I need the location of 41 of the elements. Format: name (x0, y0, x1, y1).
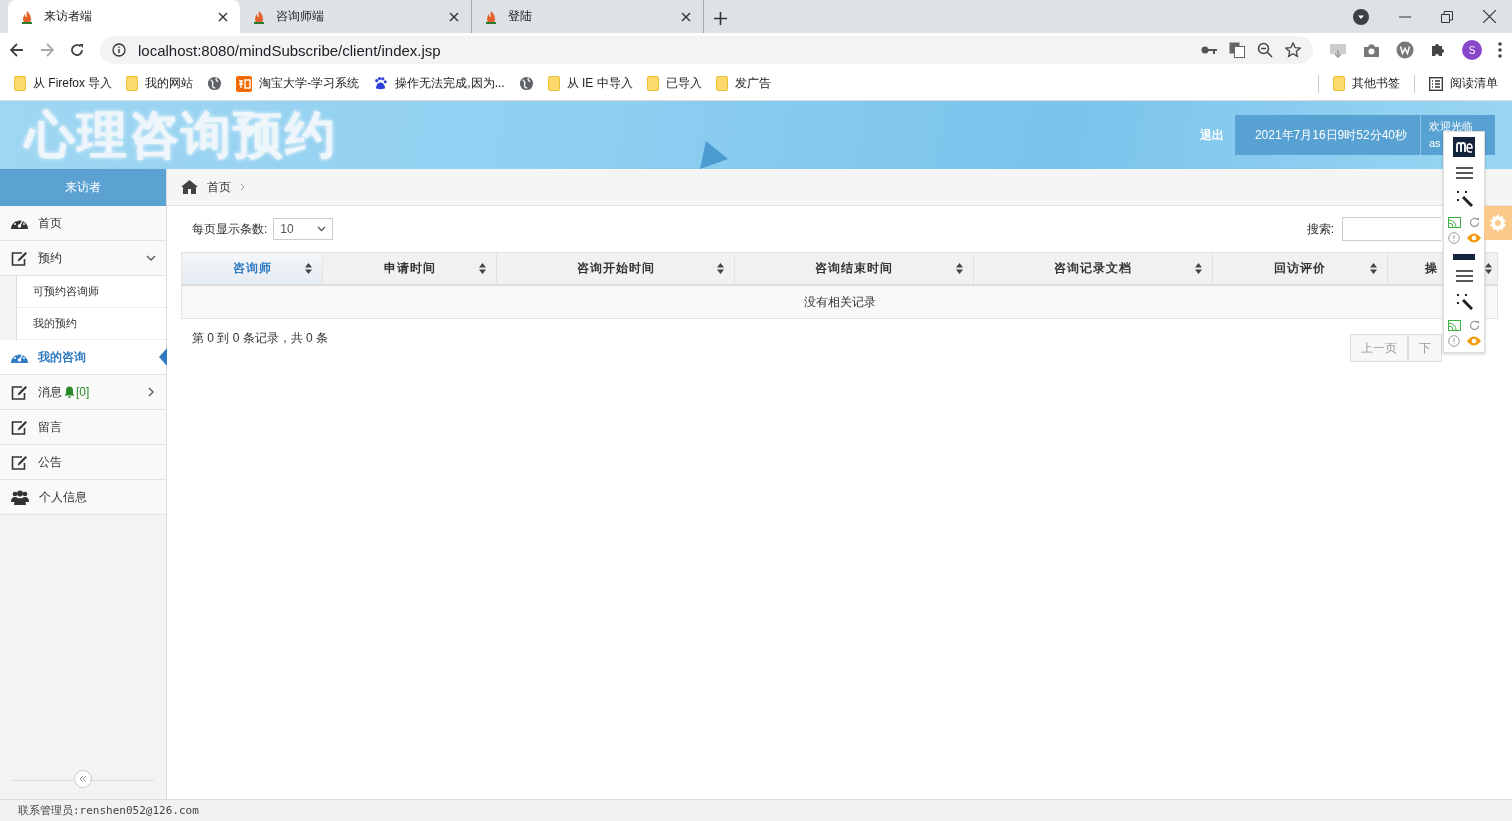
column-header[interactable]: 咨询结束时间 (734, 252, 974, 285)
bookmark-link[interactable]: 淘宝大学-学习系统 (259, 75, 360, 92)
profile-avatar[interactable]: S (1462, 40, 1482, 60)
bookmark-link[interactable]: 其他书签 (1352, 75, 1400, 92)
bookmark-link[interactable]: 已导入 (665, 75, 702, 92)
column-header[interactable]: 申请时间 (322, 252, 497, 285)
breadcrumb-link[interactable]: 首页 (207, 178, 231, 196)
column-header[interactable]: 咨询记录文档 (973, 252, 1213, 285)
sidebar-item[interactable]: 个人信息 (0, 480, 166, 515)
sidebar-item[interactable]: 预约 (0, 241, 166, 276)
browser-tab[interactable]: 来访者端 (8, 0, 240, 33)
page-size-label: 每页显示条数: (192, 220, 268, 238)
address-bar[interactable]: localhost:8080/mindSubscribe/client/index.jsp (100, 36, 1313, 64)
welcome-text: 欢迎光临 (1429, 119, 1473, 134)
user-name: as (1429, 136, 1441, 151)
bookmark-link[interactable]: 从 IE 中导入 (566, 75, 633, 92)
bookmark-link[interactable]: 操作无法完成,因为... (395, 75, 505, 92)
search-label: 搜索: (1306, 220, 1334, 238)
bookmark-link[interactable]: 发广告 (734, 75, 771, 92)
bookmark-link[interactable]: 从 Firefox 导入 (33, 75, 113, 92)
site-logo: 心理咨询预约 (25, 104, 337, 166)
bookmark-link[interactable]: 我的网站 (145, 75, 194, 92)
contact-text: 联系管理员:renshen052@126.com (18, 803, 199, 818)
url-text: localhost:8080/mindSubscribe/client/index.jsp (138, 41, 442, 59)
sidebar-title: 来访者 (0, 169, 166, 206)
message-count: [0] (76, 385, 90, 399)
sidebar-item[interactable]: 公告 (0, 445, 166, 480)
current-datetime: 2021年7月16日9时52分40秒 (1234, 115, 1421, 155)
sidebar-item[interactable]: 消息 [0] (0, 375, 166, 410)
column-header[interactable]: 咨询开始时间 (496, 252, 735, 285)
empty-message: 没有相关记录 (181, 285, 1498, 319)
column-header[interactable]: 咨询师 (181, 252, 323, 285)
submenu-item[interactable]: 可预约咨询师 (17, 276, 166, 308)
sidebar-item[interactable]: 留言 (0, 410, 166, 445)
page-size-select[interactable]: 10 (273, 218, 334, 240)
sidebar-item[interactable]: 首页 (0, 206, 166, 241)
sidebar-item[interactable]: 我的咨询 (0, 340, 166, 375)
bookmark-link[interactable]: 阅读清单 (1450, 75, 1498, 92)
column-header[interactable]: 回访评价 (1212, 252, 1388, 285)
submenu-item[interactable]: 我的预约 (17, 308, 166, 340)
record-info: 第 0 到 0 条记录，共 0 条 (192, 330, 329, 347)
